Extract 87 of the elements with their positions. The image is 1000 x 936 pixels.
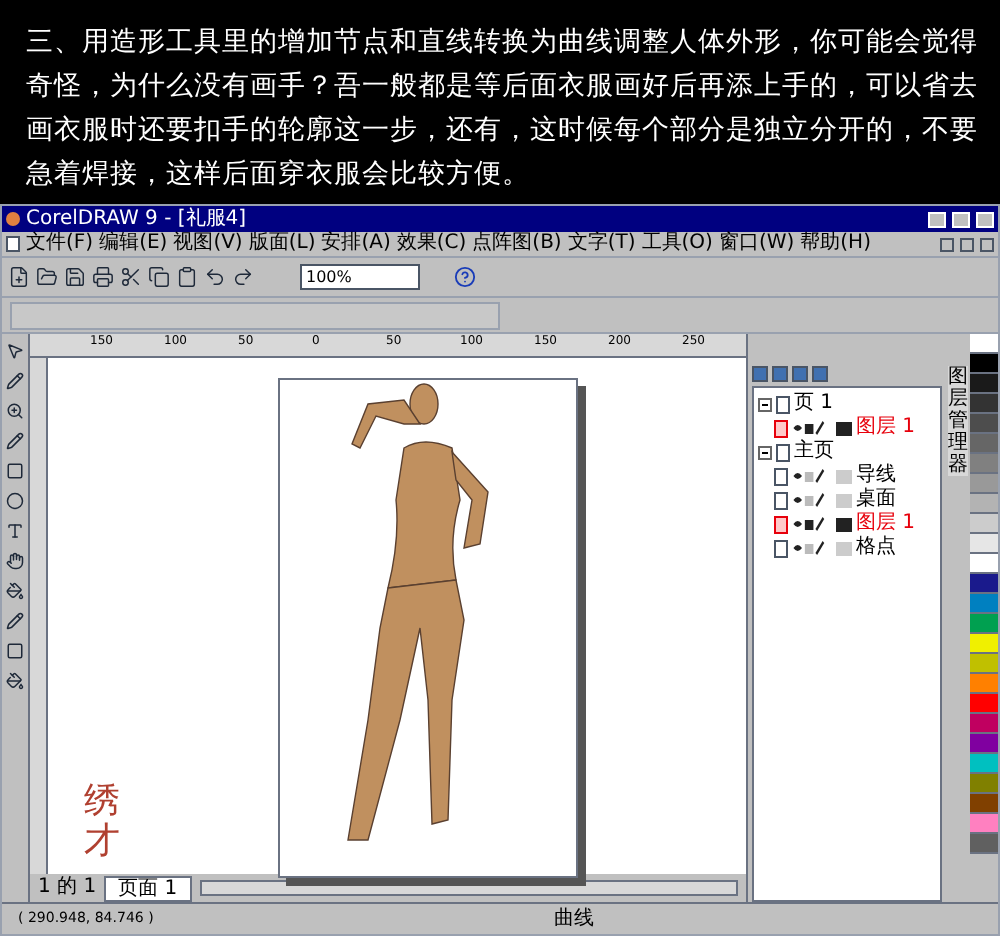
toolbar-icon[interactable] [92,266,114,288]
color-swatch[interactable] [970,514,998,534]
color-swatch[interactable] [970,394,998,414]
tool-icon[interactable] [6,432,24,450]
expand-toggle[interactable] [758,445,772,459]
tool-icon[interactable] [6,402,24,420]
layer-color-swatch [836,493,852,507]
expand-toggle[interactable] [758,397,772,411]
object-info: 曲线 [553,909,594,929]
help-icon[interactable] [454,266,476,288]
toolbar-icon[interactable] [148,266,170,288]
tool-icon[interactable] [6,582,24,600]
tutorial-text: 奇怪，为什么没有画手？吾一般都是等后面衣服画好后再添上手的，可以省去 [26,70,980,102]
menu-item[interactable]: 点阵图(B) [472,234,562,254]
tree-label[interactable]: 主页 [794,442,834,462]
docker-tab-label: 图层管理器 [948,366,968,476]
page-tab[interactable]: 页面 1 [104,875,192,901]
color-swatch[interactable] [970,614,998,634]
color-swatch[interactable] [970,354,998,374]
toolbar-icon[interactable] [120,266,142,288]
menu-item[interactable]: 视图(V) [173,234,243,254]
tutorial-text: 画衣服时还要扣手的轮廓这一步，还有，这时候每个部分是独立分开的，不要 [26,114,980,146]
layer-label[interactable]: 图层 1 [856,418,916,438]
zoom-field[interactable]: 100% [300,264,420,290]
color-swatch[interactable] [970,574,998,594]
color-swatch[interactable] [970,334,998,354]
tool-icon[interactable] [6,552,24,570]
tool-icon[interactable] [6,672,24,690]
toolbar-icon[interactable] [8,266,30,288]
signature: 绣才 [84,782,120,862]
menu-item[interactable]: 版面(L) [248,234,316,254]
tool-icon[interactable] [6,372,24,390]
app-icon [6,212,20,226]
menu-item[interactable]: 帮助(H) [800,234,871,254]
color-swatch[interactable] [970,454,998,474]
document-icon [6,236,20,252]
color-swatch[interactable] [970,814,998,834]
color-swatch[interactable] [970,794,998,814]
tool-icon[interactable] [6,522,24,540]
color-swatch[interactable] [970,494,998,514]
color-swatch[interactable] [970,594,998,614]
toolbar-icon[interactable] [232,266,254,288]
color-swatch[interactable] [970,774,998,794]
tree-label[interactable]: 页 1 [794,394,834,414]
color-swatch[interactable] [970,834,998,854]
color-swatch[interactable] [970,734,998,754]
toolbar-icon[interactable] [204,266,226,288]
menu-item[interactable]: 效果(C) [396,234,467,254]
docker-side-tab[interactable]: 图层管理器 [946,334,970,902]
toolbar-icon[interactable] [64,266,86,288]
layer-label[interactable]: 导线 [856,466,896,486]
color-swatch[interactable] [970,674,998,694]
menu-item[interactable]: 文件(F) [26,234,94,254]
window-title: CorelDRAW 9 - [礼服4] [26,209,247,229]
tool-icon[interactable] [6,642,24,660]
menu-item[interactable]: 工具(O) [641,234,713,254]
tutorial-text: 三、用造形工具里的增加节点和直线转换为曲线调整人体外形，你可能会觉得 [26,26,980,58]
toolbar-icon[interactable] [176,266,198,288]
page-icon [776,395,790,413]
color-swatch[interactable] [970,534,998,554]
layer-color-swatch [836,541,852,555]
color-swatch[interactable] [970,414,998,434]
color-swatch[interactable] [970,554,998,574]
color-swatch[interactable] [970,714,998,734]
color-swatch[interactable] [970,474,998,494]
layer-label[interactable]: 格点 [856,538,896,558]
menu-item[interactable]: 安排(A) [321,234,391,254]
layer-color-swatch [836,517,852,531]
tutorial-text: 急着焊接，这样后面穿衣服会比较方便。 [26,158,532,190]
page-icon [776,443,790,461]
tool-icon[interactable] [6,342,24,360]
menu-item[interactable]: 窗口(W) [718,234,795,254]
color-swatch[interactable] [970,654,998,674]
layer-label[interactable]: 图层 1 [856,514,916,534]
layer-color-swatch [836,421,852,435]
toolbar-icon[interactable] [36,266,58,288]
color-swatch[interactable] [970,434,998,454]
layer-label[interactable]: 桌面 [856,490,896,510]
color-swatch[interactable] [970,694,998,714]
menu-item[interactable]: 文字(T) [567,234,636,254]
tool-icon[interactable] [6,612,24,630]
layer-color-swatch [836,469,852,483]
color-swatch[interactable] [970,374,998,394]
menu-item[interactable]: 编辑(E) [99,234,168,254]
page-count: 1 的 1 [38,878,97,898]
color-swatch[interactable] [970,634,998,654]
color-swatch[interactable] [970,754,998,774]
